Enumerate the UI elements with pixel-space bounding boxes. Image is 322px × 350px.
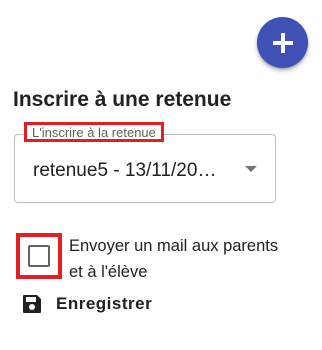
plus-icon	[272, 32, 293, 53]
send-mail-checkbox[interactable]	[28, 245, 50, 267]
arrow-drop-down-icon[interactable]	[245, 166, 257, 172]
select-label-text: L'inscrire à la retenue	[32, 124, 156, 140]
select-value: retenue5 - 13/11/20…	[33, 160, 217, 181]
send-mail-label-line2: et à l'élève	[69, 263, 148, 281]
save-button-label: Enregistrer	[56, 294, 153, 313]
add-fab-button[interactable]	[257, 17, 308, 68]
save-button[interactable]: Enregistrer	[22, 291, 152, 317]
page-title: Inscrire à une retenue	[13, 88, 232, 111]
send-mail-label-line1: Envoyer un mail aux parents	[69, 237, 279, 255]
send-mail-label: Envoyer un mail aux parents et à l'élève	[69, 233, 309, 285]
select-label: L'inscrire à la retenue	[24, 122, 164, 142]
save-icon	[22, 294, 42, 314]
